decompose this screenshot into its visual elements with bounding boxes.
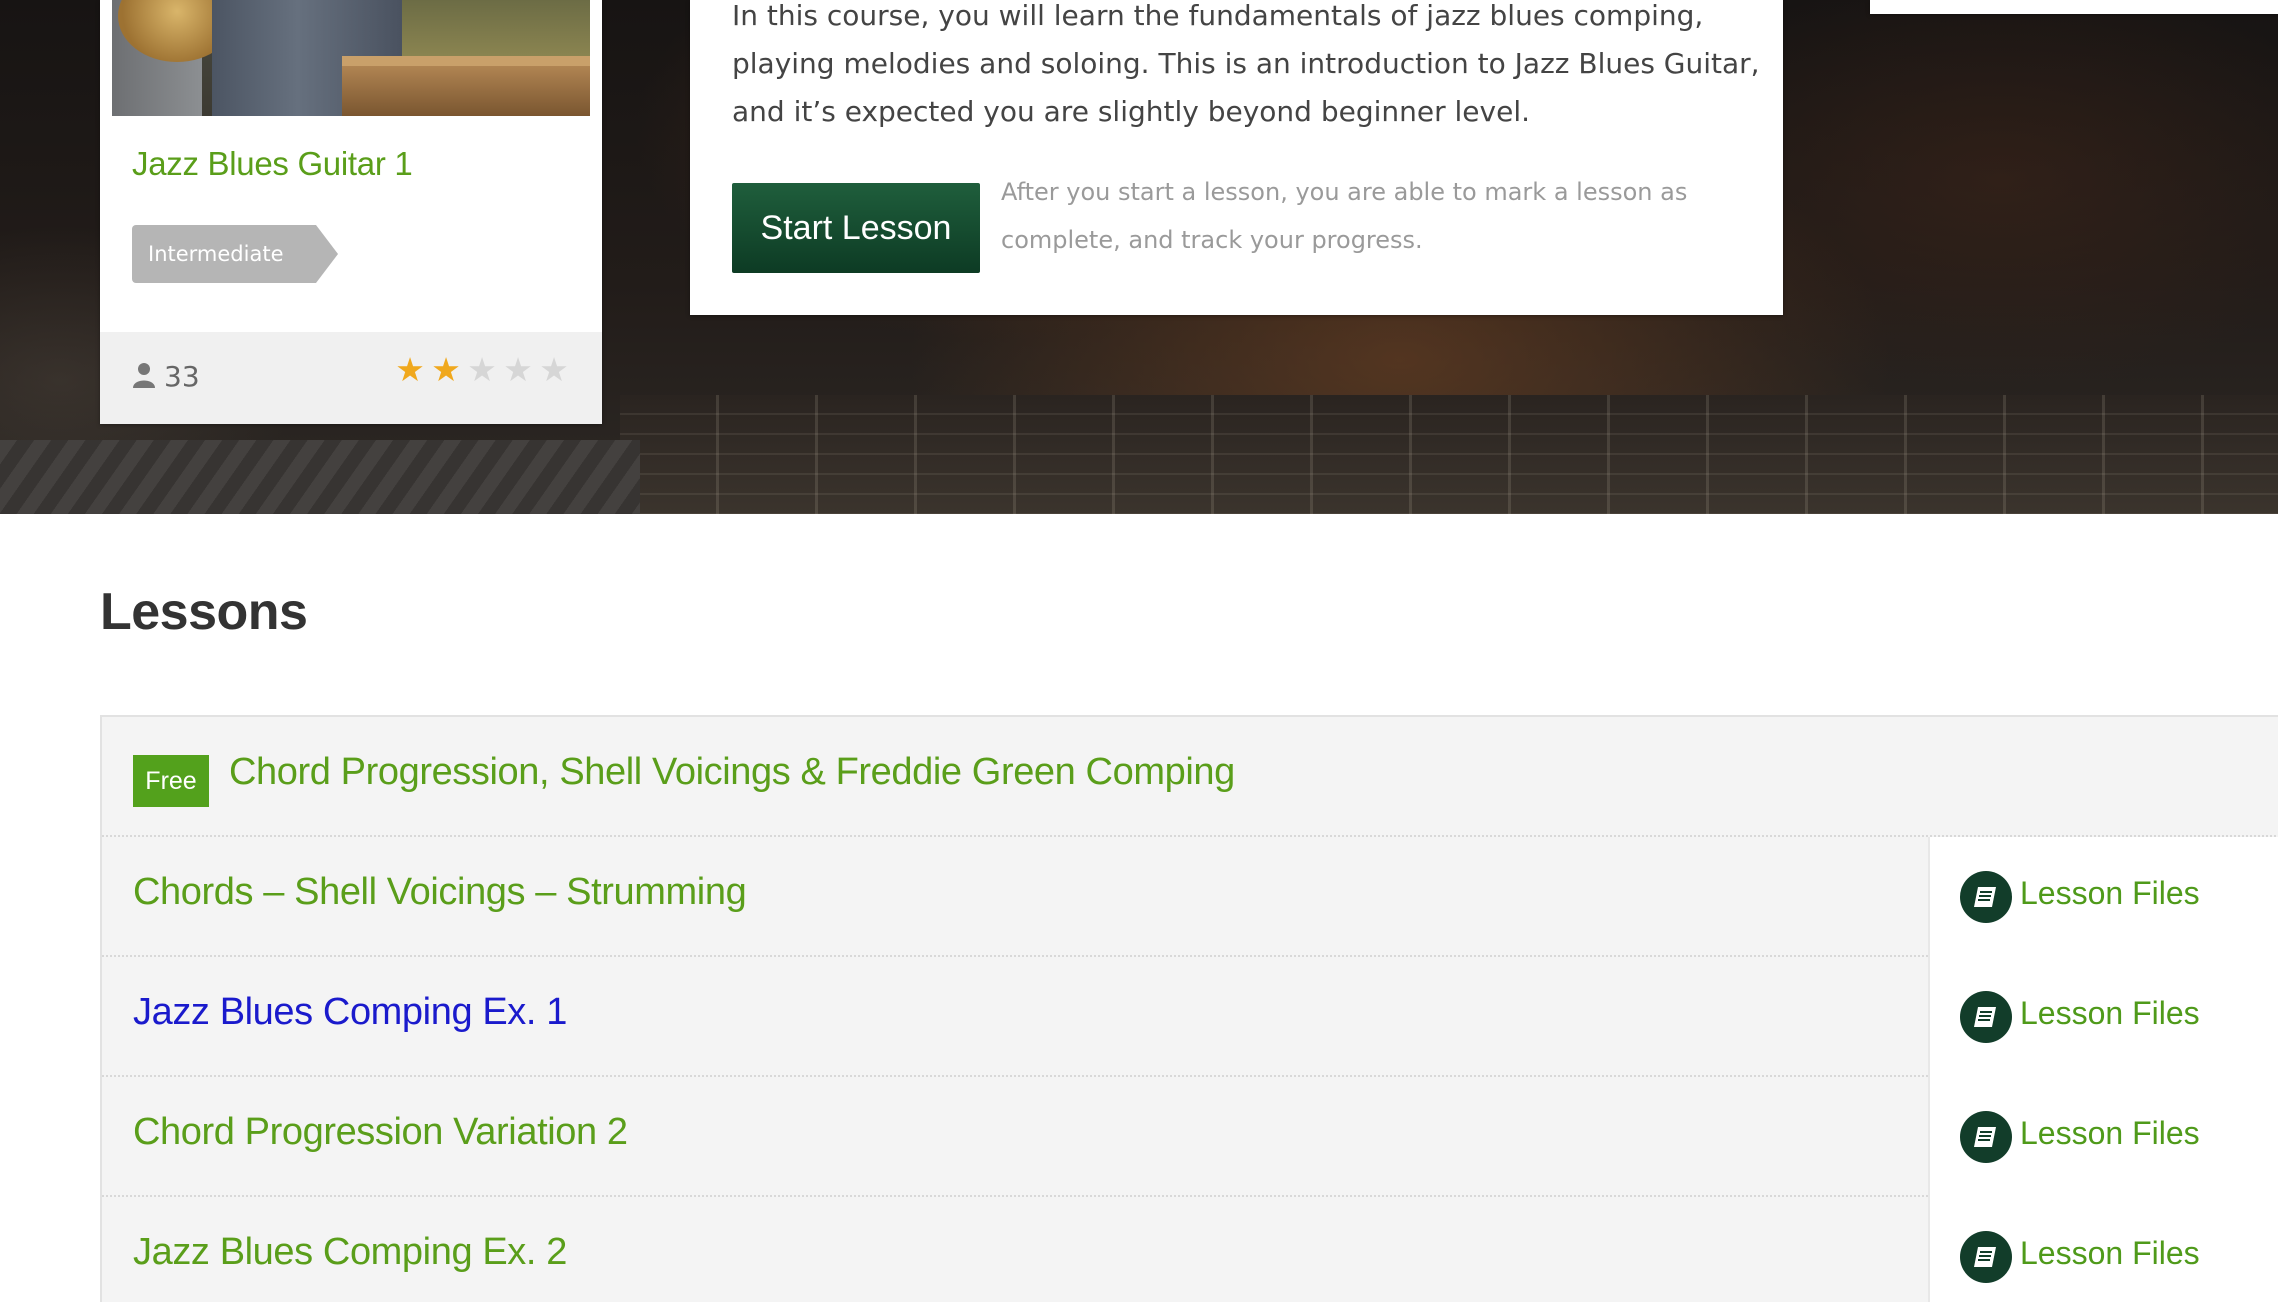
- lesson-row: Chord Progression Variation 2 Lesson Fil…: [102, 1077, 2278, 1197]
- lesson-row: Free Chord Progression, Shell Voicings &…: [102, 717, 2278, 837]
- lesson-files-link[interactable]: Lesson Files: [2020, 1235, 2200, 1272]
- rating-stars: ★ ★ ★ ★ ★: [392, 352, 572, 388]
- course-thumbnail[interactable]: [112, 0, 590, 116]
- book-icon[interactable]: [1960, 1111, 2012, 1163]
- lesson-files-link[interactable]: Lesson Files: [2020, 995, 2200, 1032]
- student-count: 33: [164, 360, 200, 393]
- lessons-list: Free Chord Progression, Shell Voicings &…: [100, 715, 2278, 1302]
- lesson-title-link[interactable]: Chords – Shell Voicings – Strumming: [133, 871, 747, 914]
- user-icon: [133, 363, 155, 388]
- star-icon: ★: [467, 350, 497, 389]
- lesson-title-link[interactable]: Jazz Blues Comping Ex. 1: [133, 991, 567, 1034]
- course-description-card: In this course, you will learn the funda…: [690, 0, 1783, 315]
- course-card-footer: 33 ★ ★ ★ ★ ★: [100, 332, 602, 424]
- lesson-files-cell: Lesson Files: [1928, 1197, 2278, 1302]
- course-title[interactable]: Jazz Blues Guitar 1: [132, 145, 413, 183]
- level-badge: Intermediate: [132, 225, 338, 283]
- lesson-files-cell: Lesson Files: [1928, 957, 2278, 1077]
- star-icon: ★: [431, 350, 461, 389]
- lesson-title-link[interactable]: Jazz Blues Comping Ex. 2: [133, 1231, 567, 1274]
- book-icon[interactable]: [1960, 1231, 2012, 1283]
- hero-background-fretboard: [620, 395, 2278, 514]
- star-icon: ★: [395, 350, 425, 389]
- star-icon: ★: [503, 350, 533, 389]
- star-icon: ★: [539, 350, 569, 389]
- lesson-files-link[interactable]: Lesson Files: [2020, 875, 2200, 912]
- course-hero: Jazz Blues Guitar 1 Intermediate 33 ★ ★ …: [0, 0, 2278, 514]
- course-description: In this course, you will learn the funda…: [732, 0, 1760, 128]
- lessons-heading: Lessons: [100, 583, 308, 641]
- start-lesson-button[interactable]: Start Lesson: [732, 183, 980, 273]
- book-icon[interactable]: [1960, 991, 2012, 1043]
- lesson-files-link[interactable]: Lesson Files: [2020, 1115, 2200, 1152]
- free-badge: Free: [133, 755, 209, 807]
- lesson-row: Jazz Blues Comping Ex. 1 Lesson Files: [102, 957, 2278, 1077]
- sidebar-panel: [1870, 0, 2278, 14]
- lesson-title-link[interactable]: Chord Progression, Shell Voicings & Fred…: [229, 751, 1235, 794]
- hero-background-pickguard: [0, 440, 640, 514]
- course-card: Jazz Blues Guitar 1 Intermediate 33 ★ ★ …: [100, 0, 602, 424]
- lesson-files-cell: Lesson Files: [1928, 837, 2278, 957]
- lesson-files-cell: Lesson Files: [1928, 1077, 2278, 1197]
- lesson-row: Jazz Blues Comping Ex. 2 Lesson Files: [102, 1197, 2278, 1302]
- start-lesson-note: After you start a lesson, you are able t…: [1001, 178, 1688, 254]
- lesson-title-link[interactable]: Chord Progression Variation 2: [133, 1111, 628, 1154]
- book-icon[interactable]: [1960, 871, 2012, 923]
- lesson-row: Chords – Shell Voicings – Strumming Less…: [102, 837, 2278, 957]
